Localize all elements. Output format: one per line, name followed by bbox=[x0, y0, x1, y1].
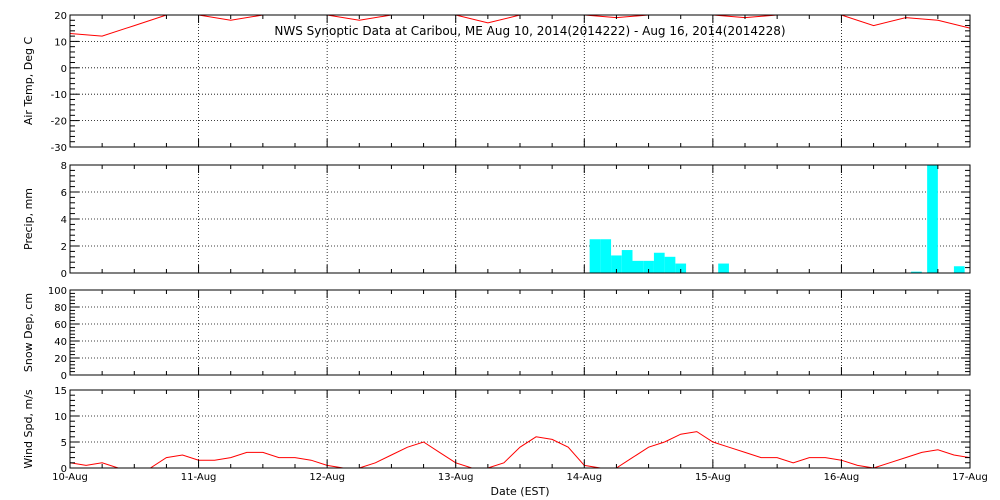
x-tick-label: 13-Aug bbox=[438, 472, 474, 483]
grid-layer bbox=[70, 15, 970, 468]
y-tick-label: -10 bbox=[51, 90, 67, 101]
x-tick-label: 14-Aug bbox=[566, 472, 602, 483]
y-tick-label: -30 bbox=[51, 143, 67, 154]
precip-bar bbox=[632, 260, 644, 273]
y-tick-label: 4 bbox=[61, 215, 67, 226]
y-tick-label: 5 bbox=[61, 438, 67, 449]
precip-bar bbox=[927, 165, 938, 273]
frame-layer bbox=[69, 14, 971, 469]
snowdep-y-axis-title: Snow Dep, cm bbox=[22, 293, 35, 372]
precip-bar bbox=[953, 266, 965, 273]
y-tick-label: 40 bbox=[54, 337, 67, 348]
x-tick-label: 15-Aug bbox=[695, 472, 731, 483]
precip-bar bbox=[653, 252, 665, 273]
label-layer: 20100-10-20-30Air Temp, Deg C02468Precip… bbox=[22, 11, 988, 483]
y-tick-label: 0 bbox=[61, 371, 67, 382]
precip-bar bbox=[600, 239, 612, 273]
y-tick-label: 100 bbox=[48, 286, 67, 297]
precip-bar bbox=[621, 250, 633, 273]
data-layer bbox=[70, 15, 970, 468]
x-tick-label: 17-Aug bbox=[952, 472, 988, 483]
y-tick-label: 80 bbox=[54, 303, 67, 314]
x-tick-label: 12-Aug bbox=[309, 472, 345, 483]
tick-layer bbox=[69, 14, 971, 469]
y-tick-label: 20 bbox=[54, 354, 67, 365]
y-tick-label: 10 bbox=[54, 412, 67, 423]
y-tick-label: 60 bbox=[54, 320, 67, 331]
x-tick-label: 10-Aug bbox=[52, 472, 88, 483]
y-tick-label: 10 bbox=[54, 37, 67, 48]
precip-bar bbox=[664, 256, 676, 273]
y-tick-label: -20 bbox=[51, 117, 67, 128]
y-tick-label: 0 bbox=[61, 64, 67, 75]
y-tick-label: 8 bbox=[61, 161, 67, 172]
windspd-series-line bbox=[70, 431, 970, 468]
snowdep-frame bbox=[69, 289, 971, 376]
x-tick-label: 16-Aug bbox=[824, 472, 860, 483]
chart-figure: 20100-10-20-30Air Temp, Deg C02468Precip… bbox=[22, 11, 988, 498]
chart-title: NWS Synoptic Data at Caribou, ME Aug 10,… bbox=[274, 24, 785, 38]
y-tick-label: 6 bbox=[61, 188, 67, 199]
precip-bar bbox=[718, 263, 729, 273]
y-tick-label: 15 bbox=[54, 386, 67, 397]
y-tick-label: 2 bbox=[61, 242, 67, 253]
windspd-frame bbox=[69, 389, 971, 469]
x-axis-title: Date (EST) bbox=[490, 485, 549, 498]
y-tick-label: 20 bbox=[54, 11, 67, 22]
precip-bar bbox=[589, 239, 601, 273]
y-tick-label: 0 bbox=[61, 269, 67, 280]
x-tick-label: 11-Aug bbox=[181, 472, 217, 483]
windspd-y-axis-title: Wind Spd, m/s bbox=[22, 389, 35, 469]
precip-y-axis-title: Precip, mm bbox=[22, 188, 35, 250]
airtemp-y-axis-title: Air Temp, Deg C bbox=[22, 37, 35, 126]
